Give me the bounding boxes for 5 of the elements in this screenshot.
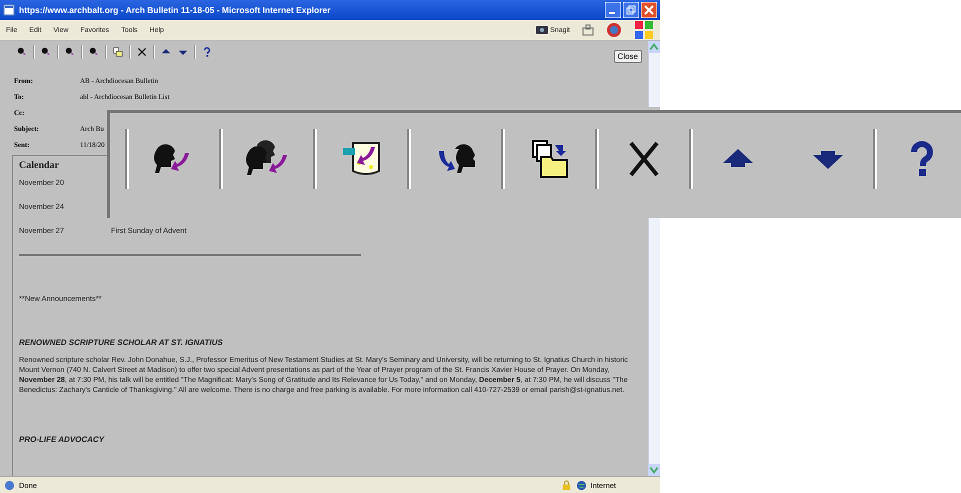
window-title: https://www.archbalt.org - Arch Bulletin 11-18-05 - Microsoft Internet Explorer bbox=[19, 5, 331, 15]
calendar-title: Calendar bbox=[19, 160, 60, 173]
close-button[interactable]: Close bbox=[614, 50, 642, 63]
section-heading: PRO-LIFE ADVOCACY bbox=[19, 435, 106, 444]
section-heading: RENOWNED SCRIPTURE SCHOLAR AT ST. IGNATIUS bbox=[19, 338, 224, 347]
